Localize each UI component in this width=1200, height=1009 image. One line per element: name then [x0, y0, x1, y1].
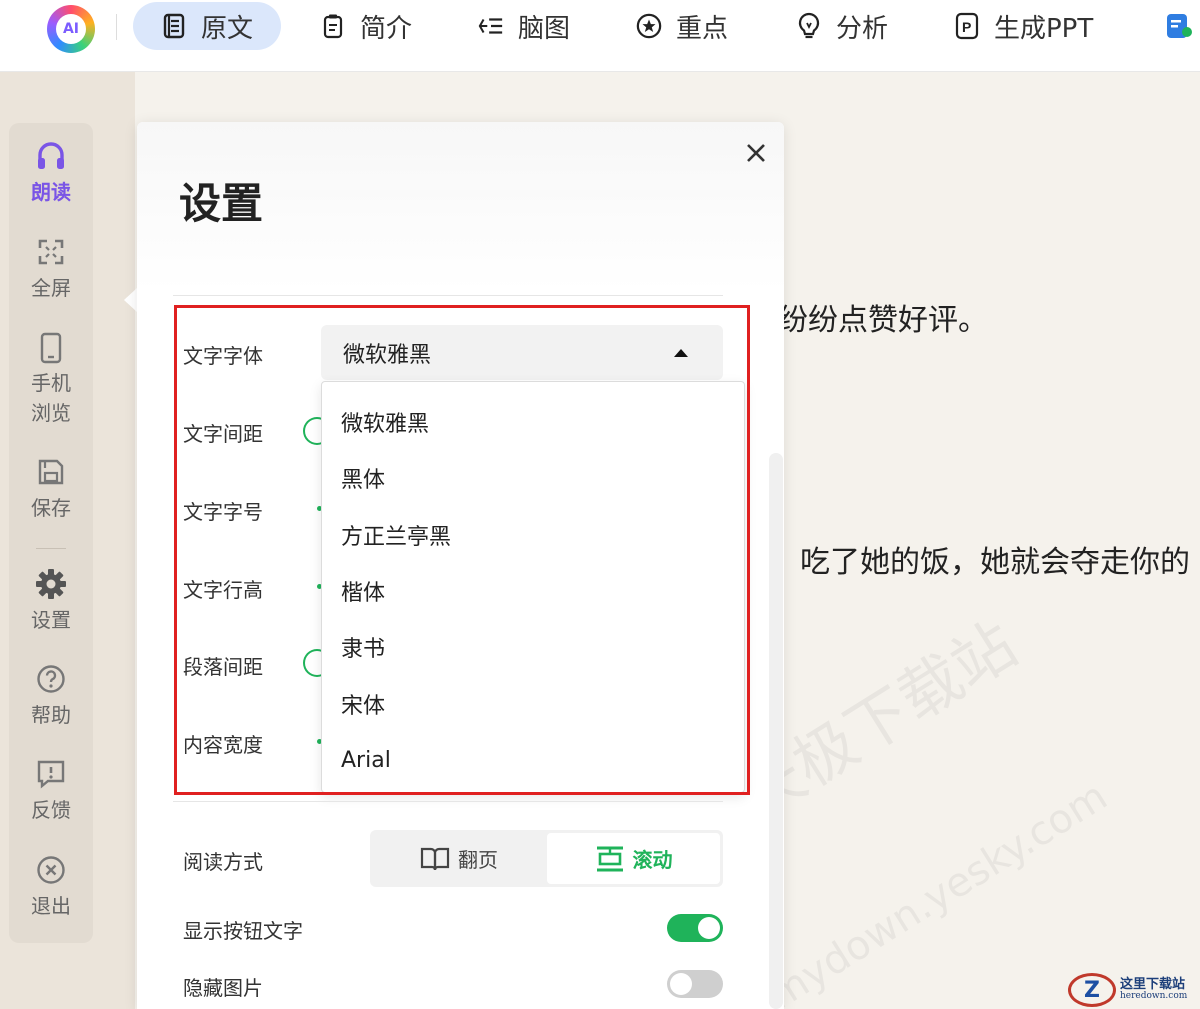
top-toolbar: AI 原文 简介 脑图 重点 分析 P 生成PPT: [0, 0, 1200, 72]
rail-item-label: 退出: [31, 894, 71, 918]
rail-item-settings[interactable]: 设置: [9, 568, 93, 633]
tab-generate-ppt[interactable]: P 生成PPT: [954, 2, 1093, 50]
close-icon: [747, 144, 765, 162]
ppt-icon: P: [954, 12, 980, 40]
tab-mindmap[interactable]: 脑图: [478, 2, 570, 50]
mode-scroll-label: 滚动: [632, 848, 673, 872]
rail-item-feedback[interactable]: 反馈: [9, 758, 93, 823]
tab-keypoints[interactable]: 重点: [636, 2, 728, 50]
document-icon: [161, 13, 187, 39]
toolbar-divider: [116, 14, 117, 40]
site-logo-name: 这里下载站: [1120, 976, 1186, 992]
rail-item-label: 朗读: [31, 180, 71, 204]
rail-item-save[interactable]: 保存: [9, 456, 93, 521]
headphones-icon: [35, 140, 67, 172]
ai-logo-icon[interactable]: AI: [47, 5, 95, 53]
tab-label: 分析: [836, 13, 889, 44]
rail-divider: [36, 548, 66, 549]
rail-item-read-aloud[interactable]: 朗读: [9, 140, 93, 205]
svg-text:P: P: [962, 19, 971, 35]
scroll-icon: [595, 845, 625, 873]
rail-item-label: 手机浏览: [31, 371, 71, 425]
mindmap-icon: [478, 13, 504, 39]
rail-item-label: 保存: [31, 496, 71, 520]
tab-summary[interactable]: 简介: [320, 2, 412, 50]
rail-item-label: 设置: [31, 608, 71, 632]
site-logo-icon: Z: [1068, 973, 1116, 1007]
tab-label: 重点: [676, 13, 729, 44]
divider: [173, 801, 723, 802]
close-button[interactable]: [741, 138, 771, 168]
tab-original[interactable]: 原文: [133, 2, 282, 50]
mode-scroll-button[interactable]: 滚动: [547, 833, 720, 884]
fullscreen-icon: [35, 236, 67, 268]
exit-icon: [35, 854, 67, 886]
phone-icon: [35, 332, 67, 364]
rail-item-exit[interactable]: 退出: [9, 854, 93, 919]
notes-icon: [320, 13, 346, 39]
reading-mode-segmented: 翻页 滚动: [370, 830, 723, 887]
rail-item-help[interactable]: 帮助: [9, 663, 93, 728]
mode-flip-button[interactable]: 翻页: [373, 833, 545, 884]
label-reading-mode: 阅读方式: [183, 850, 263, 874]
tab-label: 简介: [360, 13, 413, 44]
site-logo: Z 这里下载站 heredown.com: [1068, 971, 1200, 1009]
tab-label: 脑图: [518, 13, 571, 44]
rail-item-mobile-view[interactable]: 手机浏览: [9, 332, 93, 428]
settings-title: 设置: [179, 179, 264, 228]
panel-scrollbar[interactable]: [769, 453, 783, 1009]
save-icon: [35, 456, 67, 488]
ai-logo-text: AI: [56, 14, 86, 44]
panel-pointer: [124, 288, 137, 312]
reader-text-line: 吃了她的饭，她就会夺走你的: [800, 545, 1190, 580]
rail-item-label: 全屏: [31, 276, 71, 300]
more-app-icon[interactable]: [1165, 12, 1193, 40]
tab-label: 生成PPT: [994, 13, 1094, 44]
bulb-icon: [796, 12, 822, 39]
rail-item-label: 帮助: [31, 703, 71, 727]
show-button-text-toggle[interactable]: [667, 914, 723, 942]
tab-label: 原文: [201, 13, 254, 44]
help-icon: [35, 663, 67, 695]
star-icon: [636, 13, 662, 39]
rail-item-fullscreen[interactable]: 全屏: [9, 236, 93, 301]
hide-images-toggle[interactable]: [667, 970, 723, 998]
tab-analysis[interactable]: 分析: [796, 2, 888, 50]
label-hide-images: 隐藏图片: [183, 976, 263, 1000]
annotation-highlight-box: [174, 305, 750, 795]
mode-flip-label: 翻页: [458, 848, 498, 872]
rail-item-label: 反馈: [31, 798, 71, 822]
reader-text-line: 纷纷点赞好评。: [778, 303, 988, 338]
site-logo-url: heredown.com: [1120, 991, 1188, 1002]
divider: [173, 295, 723, 296]
book-icon: [420, 846, 450, 872]
feedback-icon: [35, 758, 67, 790]
gear-icon: [35, 568, 67, 600]
label-show-button-text: 显示按钮文字: [183, 919, 303, 943]
